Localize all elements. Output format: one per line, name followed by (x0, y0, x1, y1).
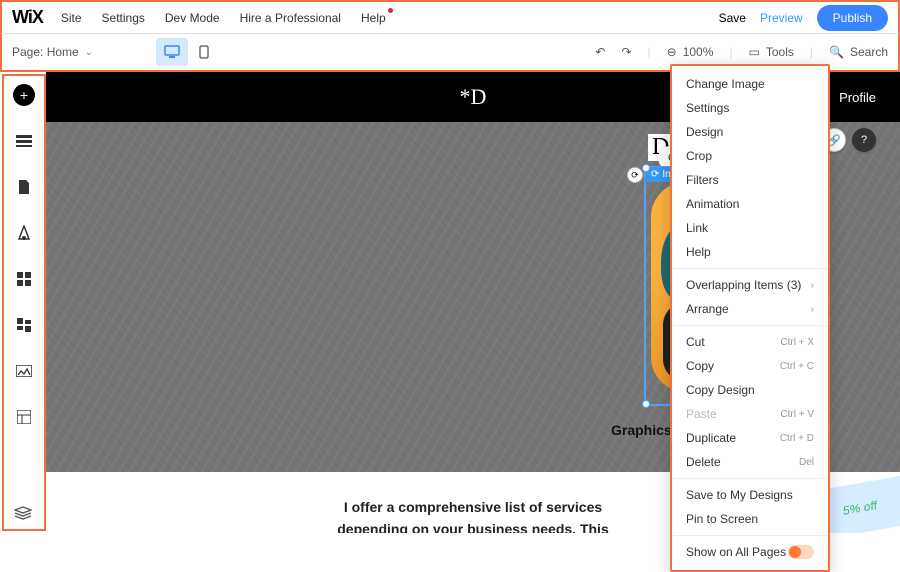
zoom-out-icon: ⊖ (667, 45, 677, 59)
publish-button[interactable]: Publish (817, 5, 888, 31)
ctx-copy-design[interactable]: Copy Design (672, 378, 828, 402)
menu-hire[interactable]: Hire a Professional (240, 11, 341, 25)
top-menu: Site Settings Dev Mode Hire a Profession… (61, 11, 719, 25)
chevron-right-icon: › (811, 280, 814, 291)
preview-button[interactable]: Preview (760, 11, 803, 25)
tools-icon: ▭ (749, 45, 760, 59)
ctx-copy[interactable]: CopyCtrl + C (672, 354, 828, 378)
add-element-button[interactable]: + (13, 84, 35, 106)
page-select[interactable]: Page: Home ⌄ (12, 45, 142, 59)
context-menu: Change Image Settings Design Crop Filter… (670, 64, 830, 572)
chevron-down-icon: ⌄ (85, 47, 93, 58)
left-sidebar: + (2, 74, 46, 531)
menu-settings[interactable]: Settings (102, 11, 145, 25)
sections-icon[interactable] (13, 130, 35, 152)
site-brand: *D (460, 84, 487, 110)
resize-handle[interactable] (642, 400, 650, 408)
tools-button[interactable]: ▭Tools (749, 45, 794, 59)
ctx-settings[interactable]: Settings (672, 96, 828, 120)
ctx-design[interactable]: Design (672, 120, 828, 144)
ctx-help[interactable]: Help (672, 240, 828, 264)
menu-help[interactable]: Help (361, 11, 386, 25)
mobile-view-button[interactable] (188, 38, 220, 66)
zoom-value: 100% (683, 45, 714, 59)
design-icon[interactable] (13, 222, 35, 244)
ctx-delete[interactable]: DeleteDel (672, 450, 828, 474)
chevron-right-icon: › (811, 304, 814, 315)
pages-icon[interactable] (13, 176, 35, 198)
tag-graphics[interactable]: Graphics (611, 422, 672, 438)
divider (672, 325, 828, 326)
zoom-group[interactable]: ⊖ 100% (667, 45, 714, 59)
resize-handle[interactable] (642, 164, 650, 172)
ctx-animation[interactable]: Animation (672, 192, 828, 216)
ctx-cut[interactable]: CutCtrl + X (672, 330, 828, 354)
ctx-crop[interactable]: Crop (672, 144, 828, 168)
media-icon[interactable] (13, 360, 35, 382)
ctx-show-all[interactable]: Show on All Pages (672, 540, 828, 564)
ctx-link[interactable]: Link (672, 216, 828, 240)
divider (672, 535, 828, 536)
wix-logo: WiX (12, 7, 43, 28)
ctx-save-designs[interactable]: Save to My Designs (672, 483, 828, 507)
rotate-handle-icon[interactable]: ⟳ (627, 167, 643, 183)
redo-button[interactable]: ↷ (621, 45, 631, 59)
ctx-paste: PasteCtrl + V (672, 402, 828, 426)
menu-site[interactable]: Site (61, 11, 82, 25)
ctx-pin[interactable]: Pin to Screen (672, 507, 828, 531)
business-icon[interactable] (13, 314, 35, 336)
menu-devmode[interactable]: Dev Mode (165, 11, 220, 25)
toggle-switch[interactable] (788, 545, 814, 559)
content-manager-icon[interactable] (13, 406, 35, 428)
divider (672, 478, 828, 479)
search-icon: 🔍 (829, 45, 844, 59)
search-button[interactable]: 🔍Search (829, 45, 888, 59)
ctx-change-image[interactable]: Change Image (672, 72, 828, 96)
ctx-duplicate[interactable]: DuplicateCtrl + D (672, 426, 828, 450)
undo-button[interactable]: ↶ (595, 45, 605, 59)
apps-icon[interactable] (13, 268, 35, 290)
notification-dot-icon (388, 8, 393, 13)
ctx-filters[interactable]: Filters (672, 168, 828, 192)
divider (672, 268, 828, 269)
layers-icon[interactable] (14, 506, 32, 523)
desktop-view-button[interactable] (156, 38, 188, 66)
save-button[interactable]: Save (719, 11, 746, 25)
page-label: Page: Home (12, 45, 79, 59)
ctx-overlapping[interactable]: Overlapping Items (3)› (672, 273, 828, 297)
ctx-arrange[interactable]: Arrange› (672, 297, 828, 321)
nav-profile[interactable]: Profile (839, 90, 876, 105)
help-icon[interactable]: ? (852, 128, 876, 152)
